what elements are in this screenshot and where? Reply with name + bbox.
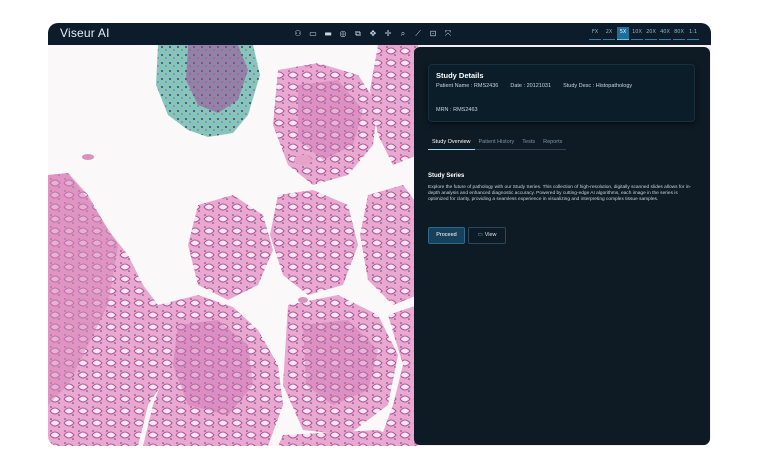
slide-image <box>48 45 418 446</box>
magnification-2x[interactable]: 2X <box>603 27 615 40</box>
study-date: Date : 20121031 <box>510 83 552 89</box>
panel-tabs: Study Overview Patient History Tests Report… <box>428 137 567 150</box>
magnification-20x[interactable]: 20X <box>645 27 657 40</box>
magnification-1-1[interactable]: 1:1 <box>687 27 699 40</box>
study-details-title: Study Details <box>436 71 484 80</box>
study-panel: Study Details Patient Name : RMS2436 Dat… <box>414 47 710 445</box>
top-bar: Viseur AI ⚇ ▭ ▬ ◎ ⧉ ✥ ✛ ⌕ ⟋ ⊡ ⤧ FX 2X 5X 10X 20X 40X 80X… <box>48 23 711 45</box>
filled-rect-icon[interactable]: ▬ <box>322 27 334 40</box>
study-description: Study Desc : Histopathology <box>563 83 633 89</box>
tab-patient-history[interactable]: Patient History <box>474 137 519 150</box>
magnification-5x[interactable]: 5X <box>617 27 629 40</box>
series-title: Study Series <box>428 173 465 179</box>
proceed-button[interactable]: Proceed <box>428 227 465 244</box>
crop-icon[interactable]: ⧉ <box>352 27 364 40</box>
study-details-card: Study Details Patient Name : RMS2436 Dat… <box>428 64 695 122</box>
magnification-10x[interactable]: 10X <box>631 27 643 40</box>
magnification-40x[interactable]: 40X <box>659 27 671 40</box>
user-icon[interactable]: ⚇ <box>292 27 304 40</box>
tab-reports[interactable]: Reports <box>539 137 567 150</box>
search-icon[interactable]: ⌕ <box>397 27 409 40</box>
magnification-80x[interactable]: 80X <box>673 27 685 40</box>
magnification-fx[interactable]: FX <box>589 27 601 40</box>
rectangle-icon[interactable]: ▭ <box>307 27 319 40</box>
toolbar: ⚇ ▭ ▬ ◎ ⧉ ✥ ✛ ⌕ ⟋ ⊡ ⤧ <box>292 27 454 40</box>
tab-tests[interactable]: Tests <box>518 137 540 150</box>
view-button[interactable]: ▭ View <box>468 227 506 244</box>
monitor-icon: ▭ <box>477 232 483 238</box>
series-description: Explore the future of pathology with our… <box>428 185 692 202</box>
expand-icon[interactable]: ⤧ <box>442 27 454 40</box>
slide-viewer[interactable] <box>48 45 418 446</box>
mrn: MRN : RMS2463 <box>436 107 478 113</box>
crosshair-icon[interactable]: ✛ <box>382 27 394 40</box>
app-window: Viseur AI ⚇ ▭ ▬ ◎ ⧉ ✥ ✛ ⌕ ⟋ ⊡ ⤧ FX 2X 5X 10X 20X 40X 80X… <box>48 23 711 446</box>
view-label: View <box>484 232 497 238</box>
focus-icon[interactable]: ⊡ <box>427 27 439 40</box>
target-icon[interactable]: ◎ <box>337 27 349 40</box>
move-icon[interactable]: ✥ <box>367 27 379 40</box>
patient-name: Patient Name : RMS2436 <box>436 83 499 89</box>
ruler-icon[interactable]: ⟋ <box>412 27 424 40</box>
app-logo: Viseur AI <box>60 26 110 40</box>
study-meta: Patient Name : RMS2436 Date : 20121031 S… <box>436 83 632 89</box>
magnification-selector: FX 2X 5X 10X 20X 40X 80X 1:1 <box>589 27 699 40</box>
tab-study-overview[interactable]: Study Overview <box>428 137 475 150</box>
